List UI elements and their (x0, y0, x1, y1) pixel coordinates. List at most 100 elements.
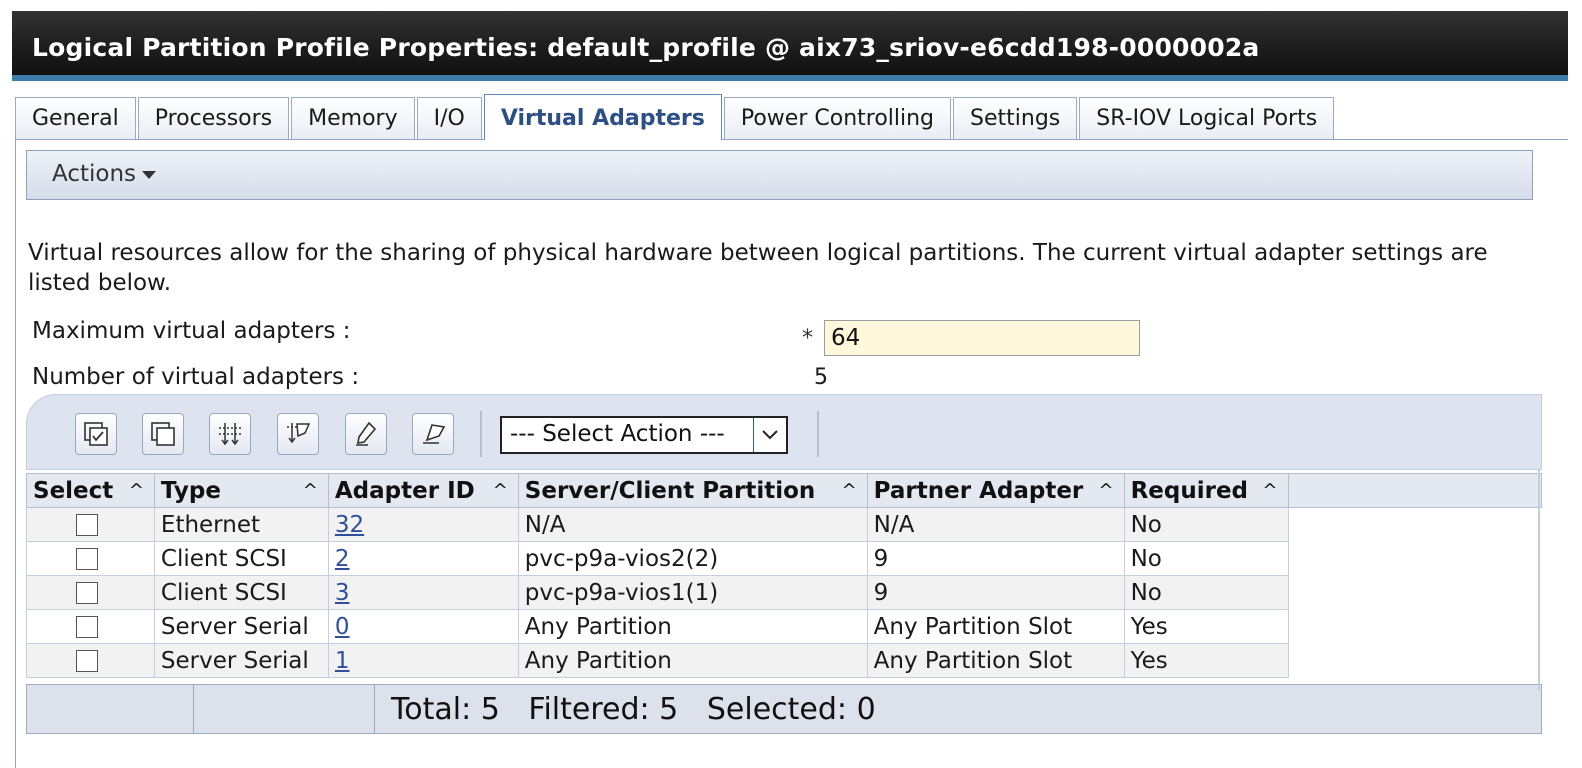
select-cell (26, 507, 155, 542)
table-row[interactable]: Ethernet 32 N/A N/A No (26, 507, 1542, 542)
sort-arrow-icon[interactable]: ^ (842, 480, 857, 501)
adapter-id-link[interactable]: 3 (335, 580, 350, 606)
adapter-id-cell: 32 (327, 507, 519, 542)
column-header-select[interactable]: Select ^ (26, 473, 155, 508)
tab-memory[interactable]: Memory (291, 97, 415, 139)
partition-cell: Any Partition (517, 643, 868, 678)
type-cell: Ethernet (153, 507, 329, 542)
tab-settings[interactable]: Settings (953, 97, 1078, 139)
clear-filters-button[interactable] (277, 413, 319, 455)
description-text: Virtual resources allow for the sharing … (28, 240, 1488, 296)
required-cell: Yes (1123, 643, 1289, 678)
partner-cell: Any Partition Slot (866, 643, 1125, 678)
deselect-all-button[interactable] (142, 413, 184, 455)
partner-cell: N/A (866, 507, 1125, 542)
column-header-type[interactable]: Type ^ (153, 473, 329, 508)
adapter-id-cell: 1 (327, 643, 519, 678)
max-virtual-adapters-label: Maximum virtual adapters : (32, 318, 351, 344)
table-row[interactable]: Client SCSI 3 pvc-p9a-vios1(1) 9 No (26, 575, 1542, 610)
column-header-partner-adapter[interactable]: Partner Adapter ^ (866, 473, 1125, 508)
clear-sorts-icon (423, 424, 446, 444)
show-filter-row-icon (219, 423, 241, 446)
sort-arrow-icon[interactable]: ^ (1262, 480, 1277, 501)
required-asterisk-icon: * (802, 326, 813, 351)
partner-cell: Any Partition Slot (866, 609, 1125, 644)
sort-arrow-icon[interactable]: ^ (493, 480, 508, 501)
max-virtual-adapters-input[interactable] (824, 320, 1140, 356)
row-checkbox[interactable] (76, 616, 98, 638)
num-virtual-adapters-label: Number of virtual adapters : (32, 364, 360, 390)
select-cell (26, 575, 155, 610)
adapter-id-link[interactable]: 2 (335, 546, 350, 572)
sort-arrow-icon[interactable]: ^ (303, 480, 318, 501)
toolbar-separator (817, 411, 819, 457)
filler-cell (1287, 541, 1542, 576)
select-cell (26, 643, 155, 678)
column-header-required[interactable]: Required ^ (1123, 473, 1289, 508)
select-action-dropdown[interactable]: --- Select Action --- (500, 416, 788, 454)
table-row[interactable]: Client SCSI 2 pvc-p9a-vios2(2) 9 No (26, 541, 1542, 576)
edit-sort-button[interactable] (345, 413, 387, 455)
edit-sort-icon (356, 421, 377, 446)
type-cell: Server Serial (153, 643, 329, 678)
tab-power-controlling[interactable]: Power Controlling (723, 97, 952, 139)
tab-processors[interactable]: Processors (137, 97, 290, 139)
select-cell (26, 609, 155, 644)
adapter-id-link[interactable]: 32 (335, 512, 364, 538)
adapters-table: Select ^ Type ^ Adapter ID ^ Server/Client … (26, 473, 1542, 678)
show-filter-row-button[interactable] (209, 413, 251, 455)
tab-io[interactable]: I/O (416, 97, 482, 139)
required-cell: No (1123, 575, 1289, 610)
chevron-down-icon[interactable] (753, 418, 786, 452)
table-right-border (1538, 470, 1540, 690)
adapter-id-link[interactable]: 1 (335, 648, 350, 674)
adapter-id-link[interactable]: 0 (335, 614, 350, 640)
tab-sriov-logical-ports[interactable]: SR-IOV Logical Ports (1079, 97, 1335, 139)
actions-menu[interactable]: Actions (52, 161, 157, 187)
required-cell: Yes (1123, 609, 1289, 644)
sort-arrow-icon[interactable]: ^ (129, 480, 144, 501)
adapter-id-cell: 3 (327, 575, 519, 610)
filler-cell (1287, 575, 1542, 610)
caret-down-icon (142, 170, 157, 179)
num-virtual-adapters-value: 5 (814, 365, 828, 390)
tab-bar: General Processors Memory I/O Virtual Ad… (15, 94, 1336, 140)
row-checkbox[interactable] (76, 650, 98, 672)
clear-filters-icon (287, 423, 311, 444)
column-header-partition[interactable]: Server/Client Partition ^ (517, 473, 868, 508)
filler-cell (1287, 643, 1542, 678)
partition-cell: Any Partition (517, 609, 868, 644)
type-cell: Client SCSI (153, 541, 329, 576)
table-row[interactable]: Server Serial 1 Any Partition Any Partit… (26, 643, 1542, 678)
window-title-bar: Logical Partition Profile Properties: de… (12, 11, 1568, 81)
partition-cell: pvc-p9a-vios2(2) (517, 541, 868, 576)
row-checkbox[interactable] (76, 548, 98, 570)
select-all-button[interactable] (75, 413, 117, 455)
partition-cell: N/A (517, 507, 868, 542)
filler-cell (1287, 609, 1542, 644)
adapters-table-container: --- Select Action --- Select ^ Type ^ Adap… (26, 394, 1542, 734)
table-summary-stats: Total: 5 Filtered: 5 Selected: 0 (391, 692, 876, 727)
row-checkbox[interactable] (76, 582, 98, 604)
actions-bar: Actions (26, 150, 1533, 200)
sort-arrow-icon[interactable]: ^ (1098, 480, 1113, 501)
type-cell: Server Serial (153, 609, 329, 644)
tab-general[interactable]: General (15, 97, 136, 139)
adapter-id-cell: 0 (327, 609, 519, 644)
footer-cell (194, 685, 375, 733)
clear-sorts-button[interactable] (412, 413, 454, 455)
table-footer: Total: 5 Filtered: 5 Selected: 0 (26, 684, 1542, 734)
deselect-all-icon (151, 422, 175, 446)
column-header-filler (1287, 473, 1542, 508)
column-header-adapter-id[interactable]: Adapter ID ^ (327, 473, 519, 508)
actions-menu-label: Actions (52, 161, 137, 187)
partner-cell: 9 (866, 541, 1125, 576)
tab-virtual-adapters[interactable]: Virtual Adapters (483, 94, 722, 140)
partition-cell: pvc-p9a-vios1(1) (517, 575, 868, 610)
select-all-icon (84, 422, 108, 446)
partner-cell: 9 (866, 575, 1125, 610)
select-action-value: --- Select Action --- (510, 421, 725, 447)
table-header-row: Select ^ Type ^ Adapter ID ^ Server/Client … (26, 473, 1542, 508)
table-row[interactable]: Server Serial 0 Any Partition Any Partit… (26, 609, 1542, 644)
row-checkbox[interactable] (76, 514, 98, 536)
